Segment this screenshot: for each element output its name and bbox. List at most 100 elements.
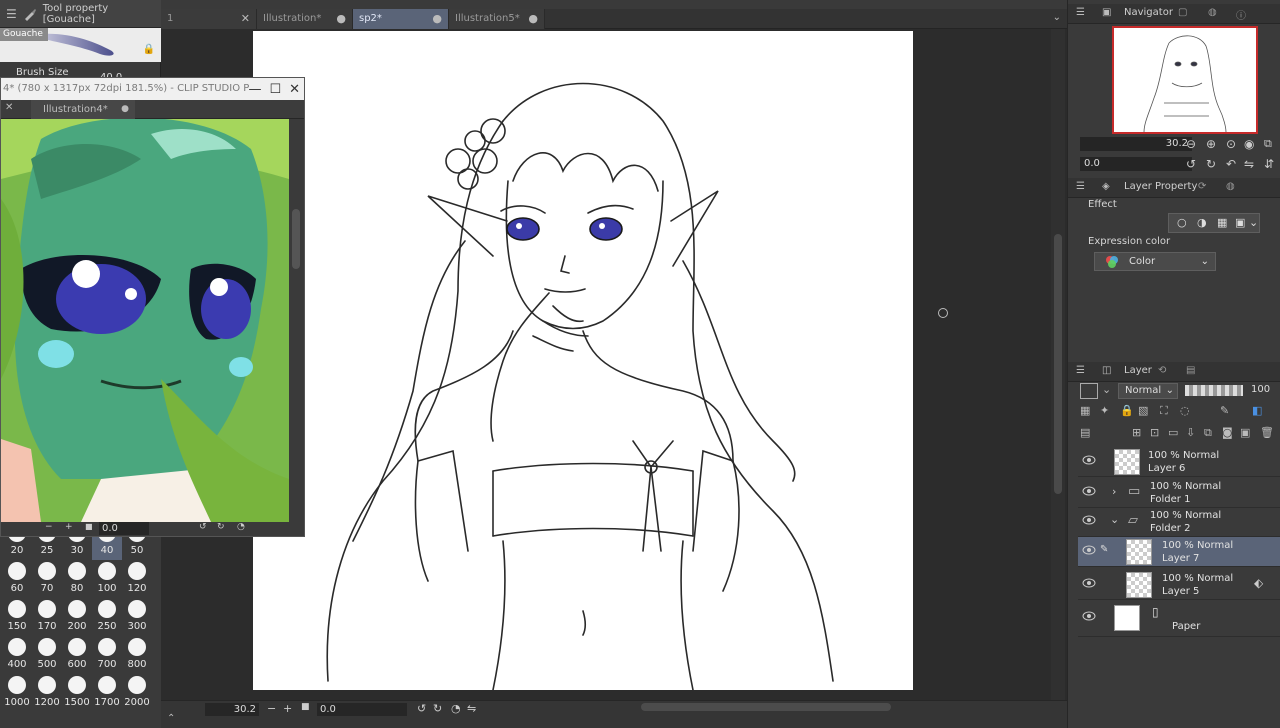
scroll-thumb[interactable] (292, 209, 300, 269)
flip-horizontal-icon[interactable]: ⇋ (467, 702, 476, 715)
effect-buttons[interactable]: ○ ◑ ▦ ▣ ⌄ (1168, 213, 1260, 233)
lock-icon[interactable]: 🔒 (1120, 404, 1134, 417)
new-vector-layer-icon[interactable]: ⊡ (1150, 426, 1159, 439)
reset-rotation-icon[interactable]: ↶ (1226, 157, 1236, 171)
brush-size-100[interactable]: 100 (92, 560, 122, 598)
menu-icon[interactable]: ☰ (6, 7, 17, 21)
navigator-title[interactable]: Navigator (1124, 7, 1173, 18)
eye-icon[interactable] (1082, 515, 1096, 525)
sub-window-canvas[interactable] (1, 119, 289, 522)
border-effect-icon[interactable]: ○ (1177, 216, 1187, 229)
rotate-right-icon[interactable]: ↻ (433, 702, 442, 715)
doc-tab-1[interactable]: 1 ✕ (161, 9, 257, 29)
reset-rotation-icon[interactable]: ◔ (451, 702, 461, 715)
close-icon[interactable]: ✕ (5, 102, 13, 113)
modified-dot-icon[interactable]: ● (336, 9, 346, 29)
rotate-left-icon[interactable]: ↺ (199, 522, 207, 532)
brush-size-170[interactable]: 170 (32, 598, 62, 636)
tone-effect-icon[interactable]: ◑ (1197, 216, 1207, 229)
zoom-out-icon[interactable]: − (267, 702, 276, 715)
flip-vertical-icon[interactable]: ⇵ (1264, 157, 1274, 171)
close-icon[interactable]: ✕ (241, 9, 250, 29)
chevron-down-icon[interactable]: ⌄ (1102, 383, 1111, 396)
brush-size-800[interactable]: 800 (122, 636, 152, 674)
new-folder-icon[interactable]: ▭ (1168, 426, 1178, 439)
lock-icon[interactable]: 🔒 (143, 44, 155, 55)
modified-dot-icon[interactable]: ● (432, 9, 442, 29)
brush-size-400[interactable]: 400 (2, 636, 32, 674)
zoom-in-icon[interactable]: + (283, 702, 292, 715)
brush-size-2000[interactable]: 2000 (122, 674, 152, 712)
mask-create-icon[interactable]: ◙ (1222, 426, 1233, 439)
doc-tab-sp2[interactable]: sp2* ● (353, 9, 449, 29)
brush-size-60[interactable]: 60 (2, 560, 32, 598)
clip-icon[interactable]: ▦ (1080, 404, 1090, 417)
eye-icon[interactable] (1082, 455, 1096, 465)
brush-size-250[interactable]: 250 (92, 598, 122, 636)
menu-icon[interactable]: ☰ (1076, 181, 1085, 192)
sub-rotation-field[interactable]: 0.0 (99, 522, 149, 535)
opacity-value[interactable]: 100 (1251, 384, 1270, 395)
zoom-out-icon[interactable]: − (45, 522, 53, 532)
canvas-zoom-field[interactable]: 30.2 (205, 703, 259, 716)
brush-size-1200[interactable]: 1200 (32, 674, 62, 712)
info-tab-icon[interactable]: ⓘ (1236, 7, 1246, 22)
brush-size-70[interactable]: 70 (32, 560, 62, 598)
brush-size-200[interactable]: 200 (62, 598, 92, 636)
sub-window-scrollbar[interactable] (289, 119, 304, 522)
layer-row-selected[interactable]: ✎ 100 % Normal Layer 7 (1078, 537, 1280, 567)
doc-tab-illustration[interactable]: Illustration* ● (257, 9, 353, 29)
actual-size-icon[interactable]: ⊙ (1226, 137, 1236, 151)
fit-icon[interactable]: ◉ (1244, 137, 1254, 151)
transfer-down-icon[interactable]: ⇩ (1186, 426, 1195, 439)
close-icon[interactable]: ✕ (289, 82, 300, 97)
lock-transparent-icon[interactable]: ▧ (1138, 404, 1148, 417)
tab-illustration4[interactable]: Illustration4* ● (31, 100, 135, 119)
eye-icon[interactable] (1082, 578, 1096, 588)
menu-icon[interactable]: ☰ (1076, 7, 1085, 18)
brush-size-150[interactable]: 150 (2, 598, 32, 636)
eye-icon[interactable] (1082, 545, 1096, 555)
search-layer-tab-icon[interactable]: ⟳ (1198, 181, 1206, 192)
layer-color-icon[interactable]: ▣ (1235, 216, 1245, 229)
layer-row[interactable]: › ▭ 100 % Normal Folder 1 (1078, 478, 1280, 508)
chevron-right-icon[interactable]: › (1112, 485, 1116, 498)
rotate-left-icon[interactable]: ↺ (417, 702, 426, 715)
scroll-thumb[interactable] (1054, 234, 1062, 494)
brush-size-80[interactable]: 80 (62, 560, 92, 598)
layer-row[interactable]: ⌄ ▱ 100 % Normal Folder 2 (1078, 507, 1280, 537)
zoom-out-icon[interactable]: ⊖ (1186, 137, 1196, 151)
collapse-icon[interactable]: ⌃ (167, 713, 175, 724)
canvas-vertical-scrollbar[interactable] (1051, 29, 1065, 700)
layer-color-swatch[interactable] (1080, 383, 1098, 399)
doc-tab-illustration5[interactable]: Illustration5* ● (449, 9, 545, 29)
combine-icon[interactable]: ⧉ (1204, 426, 1212, 440)
animation-tab-icon[interactable]: ⟲ (1158, 365, 1166, 376)
flip-horizontal-icon[interactable]: ⇋ (1244, 157, 1254, 171)
modified-dot-icon[interactable]: ● (528, 9, 538, 29)
navigator-zoom-slider[interactable]: 30.2 (1080, 137, 1192, 151)
canvas-rotation-field[interactable]: 0.0 (317, 703, 407, 716)
reset-rotation-icon[interactable]: ◔ (237, 522, 245, 532)
layer-panel-icon[interactable]: ▤ (1080, 426, 1090, 439)
fit-icon[interactable]: ■ (301, 702, 310, 712)
ruler-icon[interactable]: ◌ (1180, 404, 1190, 417)
zoom-in-icon[interactable]: ⊕ (1206, 137, 1216, 151)
eye-icon[interactable] (1082, 611, 1096, 621)
fit-icon[interactable]: ■ (85, 522, 93, 531)
apply-mask-icon[interactable]: ▣ (1240, 426, 1250, 439)
expression-color-select[interactable]: Color ⌄ (1094, 252, 1216, 271)
item-bank-tab-icon[interactable]: ◍ (1208, 7, 1217, 18)
minimize-icon[interactable]: — (248, 82, 261, 97)
brush-size-1700[interactable]: 1700 (92, 674, 122, 712)
rotate-right-icon[interactable]: ↻ (217, 522, 225, 532)
layer-row[interactable]: 100 % Normal Layer 6 (1078, 447, 1280, 477)
layer-title[interactable]: Layer (1124, 365, 1152, 376)
rotate-left-icon[interactable]: ↺ (1186, 157, 1196, 171)
brush-size-500[interactable]: 500 (32, 636, 62, 674)
brush-size-120[interactable]: 120 (122, 560, 152, 598)
brush-size-1000[interactable]: 1000 (2, 674, 32, 712)
brush-size-700[interactable]: 700 (92, 636, 122, 674)
new-raster-layer-icon[interactable]: ⊞ (1132, 426, 1141, 439)
brush-size-600[interactable]: 600 (62, 636, 92, 674)
